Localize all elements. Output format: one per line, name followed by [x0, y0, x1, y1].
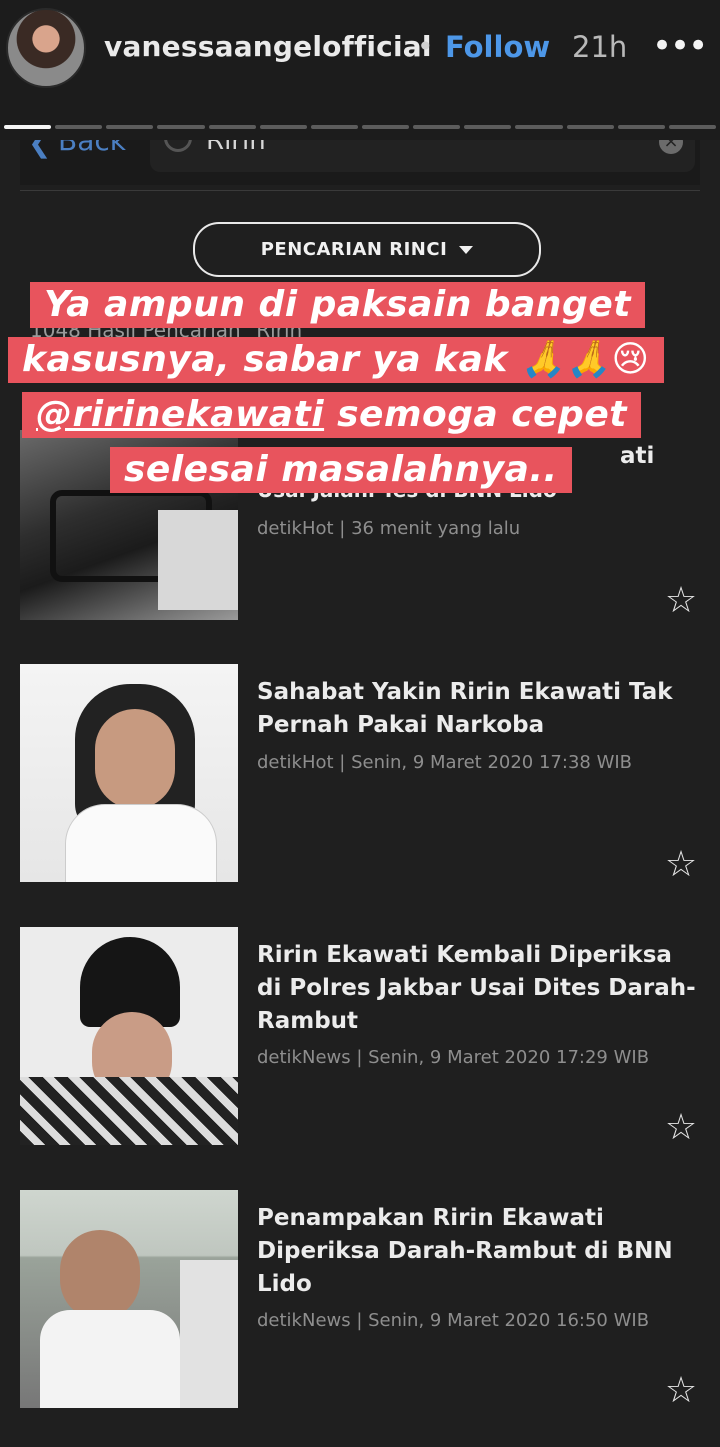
- more-options-icon[interactable]: •••: [652, 26, 708, 66]
- story-header: vanessaangelofficial • Follow 21h •••: [0, 0, 720, 140]
- progress-segment: [515, 125, 563, 129]
- result-title: ati: [620, 443, 655, 469]
- follow-button[interactable]: Follow: [445, 30, 550, 64]
- search-bar: ❮ Back Ririn ×: [20, 140, 700, 185]
- progress-segment: [413, 125, 461, 129]
- progress-segment: [55, 125, 103, 129]
- caption-line-3-text: semoga cepet: [324, 394, 627, 435]
- progress-segment: [464, 125, 512, 129]
- search-input[interactable]: Ririn ×: [150, 140, 695, 172]
- progress-segment: [106, 125, 154, 129]
- back-button[interactable]: ❮ Back: [28, 140, 138, 180]
- result-title: Penampakan Ririn Ekawati Diperiksa Darah…: [257, 1205, 673, 1297]
- result-title: Sahabat Yakin Ririn Ekawati Tak Pernah P…: [257, 679, 673, 738]
- progress-segment: [617, 125, 665, 129]
- username[interactable]: vanessaangelofficial: [104, 30, 432, 63]
- advanced-search-label: PENCARIAN RINCI: [260, 239, 448, 260]
- progress-segment: [361, 125, 410, 129]
- progress-segment: [566, 125, 614, 129]
- advanced-search-button[interactable]: PENCARIAN RINCI: [193, 222, 541, 277]
- result-title: Ririn Ekawati Kembali Diperiksa di Polre…: [257, 942, 696, 1034]
- caret-down-icon: [459, 246, 474, 254]
- list-item[interactable]: Penampakan Ririn Ekawati Diperiksa Darah…: [20, 1190, 700, 1410]
- caption-line-3: @ririnekawati semoga cepet: [22, 392, 641, 438]
- star-icon[interactable]: ☆: [662, 582, 700, 620]
- thumbnail-image: [20, 927, 238, 1145]
- list-item[interactable]: Sahabat Yakin Ririn Ekawati Tak Pernah P…: [20, 664, 700, 884]
- progress-segment: [4, 125, 52, 129]
- caption-line-4: selesai masalahnya..: [110, 447, 572, 493]
- thumbnail-image: [20, 664, 238, 882]
- search-icon: [164, 140, 192, 152]
- star-icon[interactable]: ☆: [662, 1109, 700, 1147]
- avatar[interactable]: [6, 8, 86, 88]
- back-label: Back: [58, 140, 126, 157]
- progress-segment: [208, 125, 256, 129]
- story-time: 21h: [572, 30, 628, 64]
- story-progress-bar: [4, 125, 716, 129]
- thumbnail-image: [20, 1190, 238, 1408]
- progress-segment: [259, 125, 307, 129]
- caption-line-2: kasusnya, sabar ya kak 🙏🙏😢: [8, 337, 664, 383]
- list-item[interactable]: Ririn Ekawati Kembali Diperiksa di Polre…: [20, 927, 700, 1147]
- result-meta: detikHot | Senin, 9 Maret 2020 17:38 WIB: [257, 752, 633, 773]
- progress-segment: [310, 125, 358, 129]
- star-icon[interactable]: ☆: [662, 846, 700, 884]
- progress-segment: [157, 125, 205, 129]
- result-meta: detikNews | Senin, 9 Maret 2020 17:29 WI…: [257, 1047, 650, 1068]
- caption-line-1: Ya ampun di paksain banget: [30, 282, 645, 328]
- progress-segment: [668, 125, 716, 129]
- result-meta: detikHot | 36 menit yang lalu: [257, 518, 521, 539]
- result-meta: detikNews | Senin, 9 Maret 2020 16:50 WI…: [257, 1310, 650, 1331]
- divider: [20, 190, 700, 191]
- mention-link[interactable]: @ririnekawati: [36, 394, 324, 435]
- back-chevron-icon: ❮: [28, 140, 52, 159]
- clear-icon[interactable]: ×: [659, 140, 683, 154]
- star-icon[interactable]: ☆: [662, 1372, 700, 1410]
- separator: •: [417, 30, 434, 63]
- search-value: Ririn: [206, 140, 266, 156]
